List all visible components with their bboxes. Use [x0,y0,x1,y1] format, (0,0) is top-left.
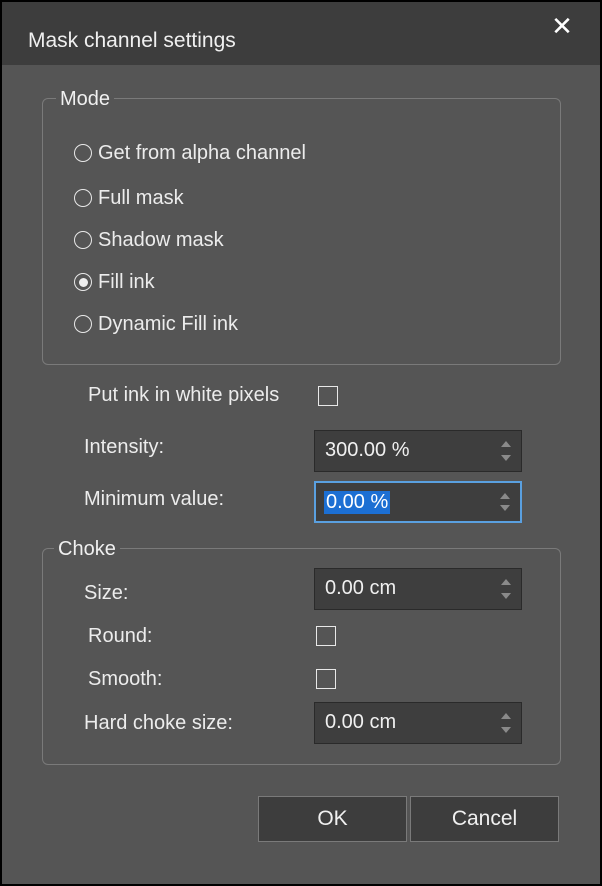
spin-down-icon[interactable] [500,505,510,511]
intensity-label: Intensity: [84,436,165,458]
spin-arrows [491,431,521,471]
round-label: Round: [88,625,153,647]
round-checkbox[interactable] [316,626,336,646]
radio-button[interactable] [74,144,92,162]
radio-dynamic-fill-ink[interactable]: Dynamic Fill ink [74,311,238,337]
spin-down-icon[interactable] [501,455,511,461]
spin-arrows [490,483,520,521]
mode-legend: Mode [56,88,115,111]
intensity-value[interactable]: 300.00 % [325,439,410,462]
radio-button[interactable] [74,315,92,333]
spin-down-icon[interactable] [501,593,511,599]
smooth-checkbox[interactable] [316,669,336,689]
spin-up-icon[interactable] [501,713,511,719]
dialog-title: Mask channel settings [28,29,236,52]
spin-down-icon[interactable] [501,727,511,733]
hard-choke-spinbox[interactable]: 0.00 cm [314,702,522,744]
choke-legend: Choke [54,538,120,561]
spin-up-icon[interactable] [501,579,511,585]
hard-choke-value[interactable]: 0.00 cm [325,711,396,734]
hard-choke-label: Hard choke size: [84,712,233,734]
ok-button[interactable]: OK [258,796,407,842]
size-label: Size: [84,582,129,604]
radio-button[interactable] [74,231,92,249]
radio-shadow-mask[interactable]: Shadow mask [74,227,224,253]
title-bar: Mask channel settings ✕ [2,2,600,65]
intensity-spinbox[interactable]: 300.00 % [314,430,522,472]
radio-fill-ink[interactable]: Fill ink [74,269,155,295]
radio-button-selected[interactable] [74,273,92,291]
minimum-value[interactable]: 0.00 % [324,491,391,514]
radio-label: Fill ink [98,270,155,293]
spin-arrows [491,569,521,609]
smooth-label: Smooth: [88,668,163,690]
size-spinbox[interactable]: 0.00 cm [314,568,522,610]
radio-label: Dynamic Fill ink [98,312,239,335]
minimum-value-spinbox[interactable]: 0.00 % [314,481,522,523]
mask-channel-dialog: Mask channel settings ✕ Mode Get from al… [2,2,600,884]
radio-button[interactable] [74,189,92,207]
size-value[interactable]: 0.00 cm [325,577,396,600]
spin-up-icon[interactable] [501,441,511,447]
radio-label: Shadow mask [98,228,224,251]
close-icon[interactable]: ✕ [548,12,576,40]
radio-get-from-alpha[interactable]: Get from alpha channel [74,140,306,166]
put-ink-checkbox[interactable] [318,386,338,406]
put-ink-label: Put ink in white pixels [88,384,280,406]
spin-arrows [491,703,521,743]
radio-dot [78,277,88,287]
cancel-button[interactable]: Cancel [410,796,559,842]
radio-label: Full mask [98,186,184,209]
radio-full-mask[interactable]: Full mask [74,185,184,211]
radio-label: Get from alpha channel [98,141,306,164]
minimum-value-label: Minimum value: [84,488,225,510]
spin-up-icon[interactable] [500,493,510,499]
